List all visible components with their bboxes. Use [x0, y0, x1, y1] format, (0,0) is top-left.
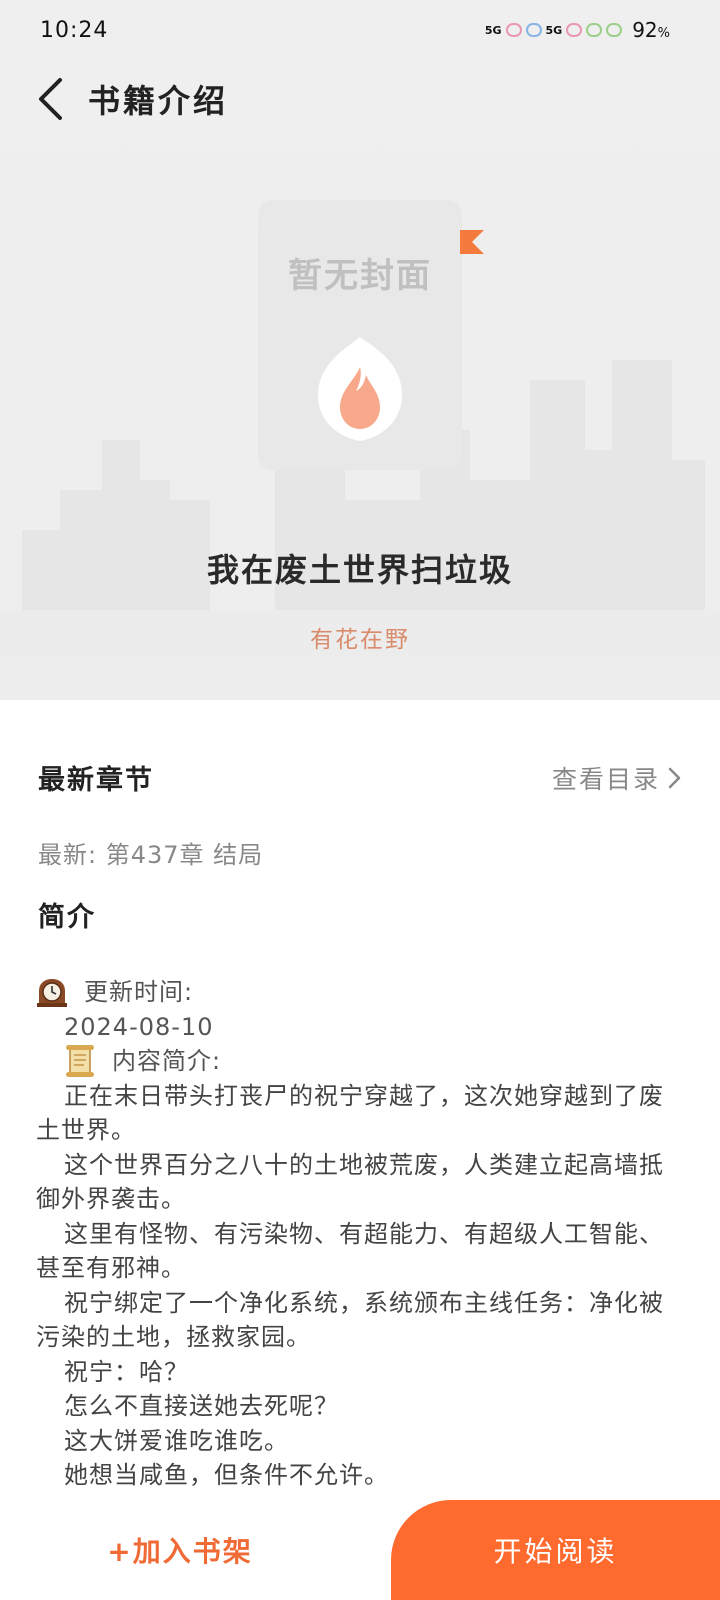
- view-toc-label: 查看目录: [551, 764, 660, 794]
- update-time-label: 更新时间:: [84, 978, 194, 1006]
- bottom-action-bar: +加入书架 开始阅读: [0, 1500, 720, 1600]
- signal-label-2: 5G: [545, 23, 563, 37]
- page-title: 书籍介绍: [88, 82, 229, 120]
- signal-strength-icon: [525, 23, 542, 37]
- update-time-row: 更新时间:: [36, 975, 686, 1010]
- cover-placeholder-text: 暂无封面: [288, 256, 432, 296]
- flame-logo-icon: [318, 337, 402, 441]
- intro-paragraph: 她想当咸鱼，但条件不允许。: [64, 1461, 389, 1489]
- intro-content: 更新时间: 2024-08-10 内容简介: 正在末日带头打丧尸的祝宁穿越了，这…: [36, 975, 686, 1493]
- section-title-intro: 简介: [38, 902, 96, 933]
- book-hero: 10:24 5G 5G 92% 书籍介绍 暂无封面 我在废土世界扫垃圾 有花在野: [0, 0, 720, 700]
- book-title: 我在废土世界扫垃圾: [206, 551, 513, 589]
- back-button[interactable]: [30, 74, 70, 124]
- signal-icons: 5G 5G: [484, 23, 623, 37]
- signal-label-1: 5G: [484, 23, 502, 37]
- content-summary-label: 内容简介:: [112, 1047, 222, 1075]
- top-nav: 书籍介绍: [0, 66, 720, 132]
- book-cover[interactable]: 暂无封面: [258, 200, 462, 470]
- intro-paragraph: 这大饼爱谁吃谁吃。: [64, 1426, 289, 1455]
- signal-strength-icon: [505, 23, 522, 37]
- status-time: 10:24: [40, 17, 109, 43]
- chevron-right-icon: [668, 767, 681, 788]
- latest-chapter-text[interactable]: 最新: 第437章 结局: [38, 835, 263, 870]
- status-bar: 10:24 5G 5G 92%: [0, 0, 720, 60]
- bookmark-flag-icon: [460, 230, 484, 254]
- scroll-icon: [66, 1045, 94, 1078]
- view-toc-link[interactable]: 查看目录: [552, 760, 682, 796]
- intro-header: 简介: [38, 895, 682, 934]
- wifi-icon: [606, 23, 623, 37]
- start-reading-button[interactable]: 开始阅读: [391, 1500, 720, 1600]
- section-title-latest: 最新章节: [38, 765, 154, 796]
- update-date: 2024-08-10: [64, 1012, 214, 1041]
- intro-paragraph: 怎么不直接送她去死呢？: [64, 1392, 339, 1420]
- add-to-bookshelf-button[interactable]: +加入书架: [0, 1500, 360, 1600]
- mantel-clock-icon: [37, 979, 67, 1008]
- intro-paragraph: 祝宁：哈？: [64, 1357, 189, 1386]
- status-indicators: 5G 5G 92%: [485, 18, 670, 42]
- intro-paragraph: 这个世界百分之八十的土地被荒废，人类建立起高墙抵御外界袭击。: [36, 1150, 664, 1214]
- battery-level: 92%: [632, 18, 670, 42]
- intro-paragraph: 这里有怪物、有污染物、有超能力、有超级人工智能、甚至有邪神。: [36, 1219, 664, 1283]
- content-summary-row: 内容简介:: [36, 1044, 686, 1079]
- latest-chapter-header: 最新章节 查看目录: [38, 758, 682, 797]
- book-author[interactable]: 有花在野: [0, 620, 720, 654]
- signal-strength-icon: [566, 23, 583, 37]
- intro-paragraph: 正在末日带头打丧尸的祝宁穿越了，这次她穿越到了废土世界。: [36, 1081, 664, 1145]
- signal-strength-icon: [586, 23, 603, 37]
- intro-paragraph: 祝宁绑定了一个净化系统，系统颁布主线任务：净化被污染的土地，拯救家园。: [36, 1288, 664, 1352]
- chevron-left-icon: [39, 78, 62, 120]
